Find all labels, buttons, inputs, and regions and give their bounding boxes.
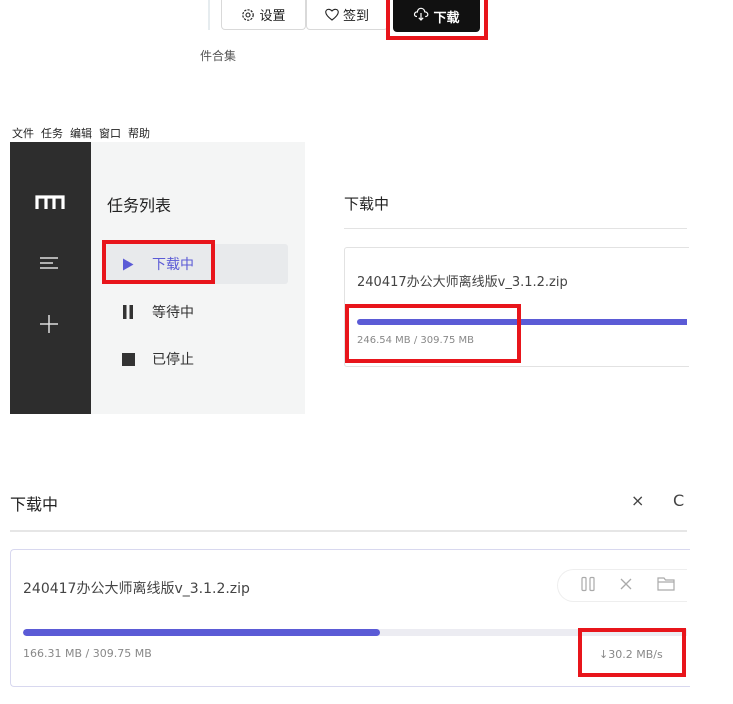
task-filename: 240417办公大师离线版v_3.1.2.zip: [23, 581, 250, 597]
menu-edit[interactable]: 编辑: [70, 125, 92, 141]
task-list-title: 任务列表: [107, 196, 172, 215]
task-size: 246.54 MB / 309.75 MB: [357, 335, 475, 346]
nav-item-stopped[interactable]: 已停止: [104, 339, 288, 379]
stop-icon: [120, 352, 136, 366]
task-actions: [557, 569, 687, 602]
menu-icon[interactable]: [39, 255, 59, 274]
progress-bar: [357, 319, 687, 325]
settings-button[interactable]: 设置: [221, 0, 306, 30]
nav-item-downloading[interactable]: 下载中: [104, 244, 288, 284]
folder-icon[interactable]: [657, 576, 675, 595]
menu-bar: 文件 任务 编辑 窗口 帮助: [12, 125, 150, 141]
add-task-icon[interactable]: [39, 314, 59, 338]
menu-help[interactable]: 帮助: [128, 125, 150, 141]
refresh-icon[interactable]: C: [673, 491, 684, 510]
app-logo-icon: [35, 194, 65, 214]
progress-fill: [23, 629, 380, 636]
heart-icon: [325, 8, 339, 21]
progress-track: [23, 629, 687, 636]
menu-window[interactable]: 窗口: [99, 125, 121, 141]
checkin-button[interactable]: 签到: [306, 0, 388, 30]
cloud-download-icon: [413, 7, 429, 25]
menu-file[interactable]: 文件: [12, 125, 34, 141]
downloads-title: 下载中: [344, 195, 390, 213]
pause-icon[interactable]: [580, 576, 596, 596]
download-label: 下载: [433, 10, 460, 26]
nav-item-label: 已停止: [152, 352, 194, 368]
play-icon: [120, 258, 136, 271]
task-filename: 240417办公大师离线版v_3.1.2.zip: [357, 275, 568, 290]
nav-item-label: 等待中: [152, 305, 194, 321]
pause-icon: [120, 305, 136, 319]
task-size: 166.31 MB / 309.75 MB: [23, 647, 152, 660]
toolbar-edge: [208, 0, 210, 30]
app-dark-sidebar: [10, 142, 91, 414]
nav-item-label: 下载中: [152, 257, 194, 273]
checkin-label: 签到: [342, 9, 369, 24]
gear-icon: [241, 8, 255, 22]
download-speed: ↓30.2 MB/s: [599, 648, 663, 661]
menu-task[interactable]: 任务: [41, 125, 63, 141]
download-button[interactable]: 下载: [393, 0, 480, 32]
nav-item-waiting[interactable]: 等待中: [104, 292, 288, 332]
settings-label: 设置: [259, 9, 286, 24]
downloads-title: 下载中: [10, 495, 59, 514]
close-icon[interactable]: ×: [631, 491, 644, 510]
delete-icon[interactable]: [619, 576, 633, 595]
download-task-card[interactable]: [344, 247, 689, 367]
divider: [344, 228, 687, 229]
collection-text: 件合集: [200, 49, 237, 63]
divider: [10, 530, 687, 532]
